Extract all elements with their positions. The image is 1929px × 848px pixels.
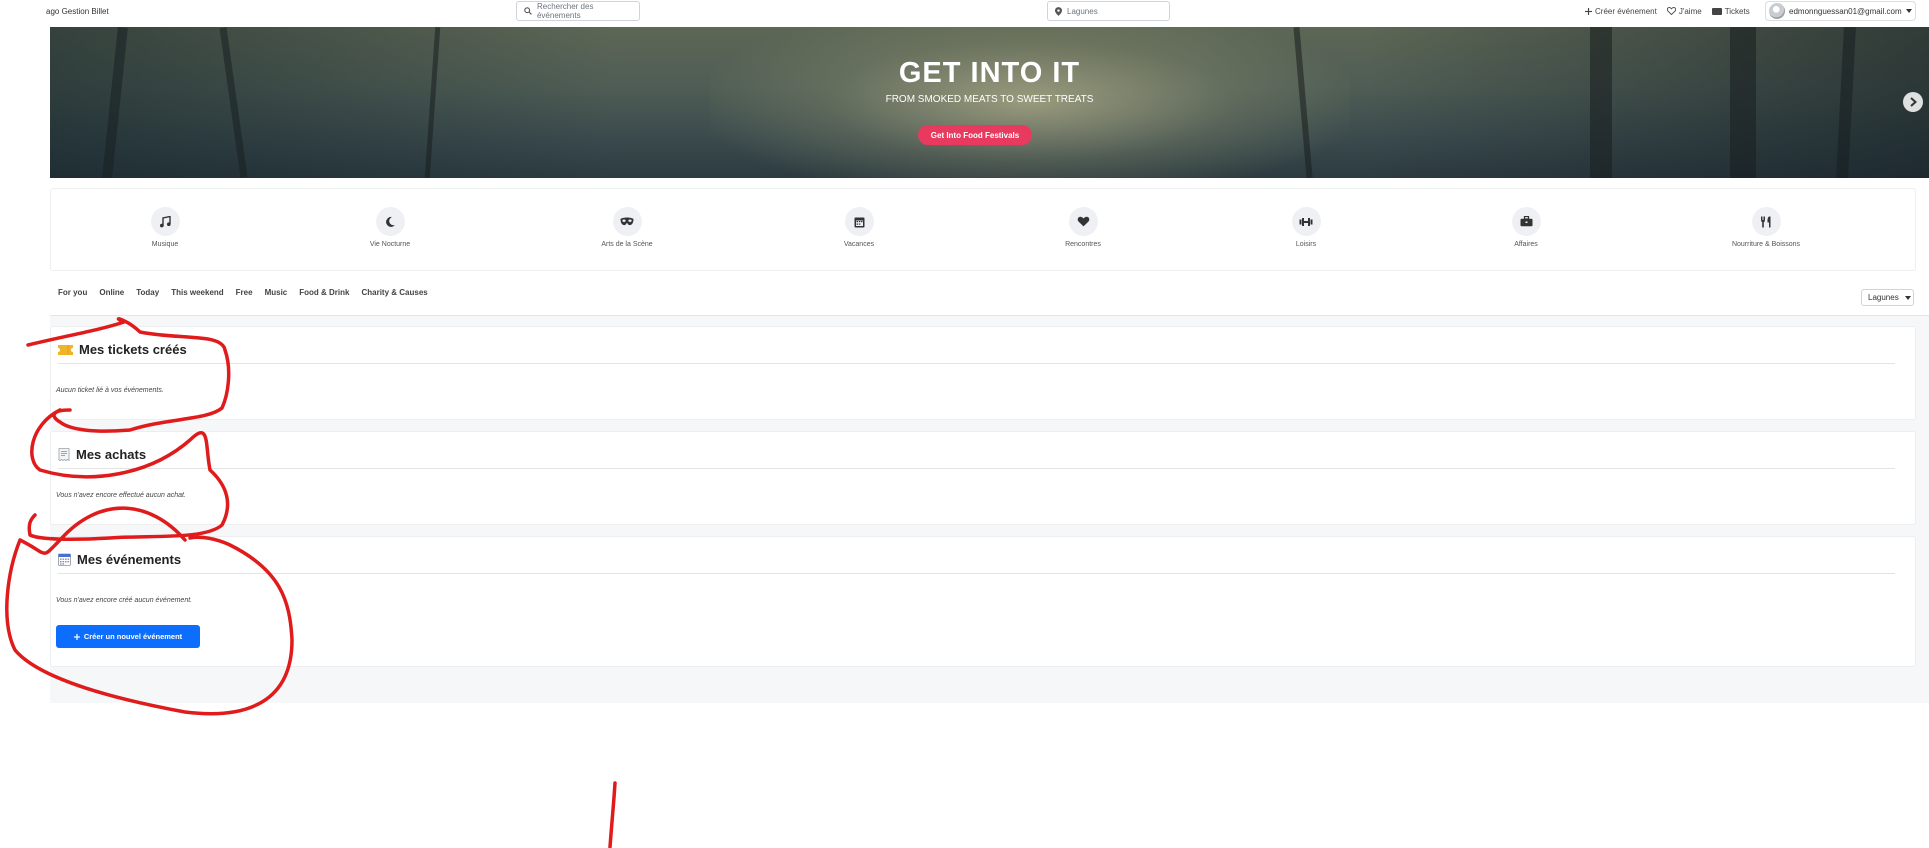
section-header: Mes tickets créés: [58, 342, 187, 357]
section-header: Mes événements: [58, 552, 181, 567]
tab-music[interactable]: Music: [265, 288, 288, 297]
tab-for-you[interactable]: For you: [58, 288, 87, 297]
empty-message: Vous n'avez encore effectué aucun achat.: [56, 492, 186, 499]
category-holidays[interactable]: Vacances: [789, 207, 929, 248]
tab-charity-causes[interactable]: Charity & Causes: [361, 288, 427, 297]
chevron-down-icon: [1904, 295, 1911, 300]
my-events-section: Mes événements Vous n'avez encore créé a…: [50, 536, 1916, 667]
map-pin-icon: [1055, 6, 1062, 16]
likes-label: J'aime: [1678, 6, 1702, 16]
category-label: Nourriture & Boissons: [1731, 241, 1801, 248]
mask-icon: [620, 217, 634, 226]
location-value: Lagunes: [1067, 6, 1098, 16]
section-title: Mes événements: [77, 552, 182, 567]
tab-food-drink[interactable]: Food & Drink: [299, 288, 349, 297]
calendar-emoji-icon: [58, 553, 71, 566]
heart-icon: [1666, 7, 1676, 15]
briefcase-icon: [1520, 216, 1532, 227]
header-links: Créer événement J'aime Tickets: [1585, 0, 1750, 22]
category-label: Vie Nocturne: [369, 241, 411, 248]
region-select[interactable]: Lagunes: [1861, 289, 1914, 306]
category-strip: Musique Vie Nocturne Arts de la Scène Va…: [50, 188, 1916, 271]
brand-name[interactable]: ago Gestion Billet: [46, 7, 109, 16]
divider: [58, 468, 1895, 469]
chevron-right-icon: [1909, 97, 1917, 107]
filter-tabs: For you Online Today This weekend Free M…: [58, 288, 428, 297]
hero-subtitle: FROM SMOKED MEATS TO SWEET TREATS: [885, 94, 1094, 105]
category-label: Arts de la Scène: [601, 241, 653, 248]
category-label: Vacances: [843, 241, 875, 248]
carousel-next-button[interactable]: [1903, 92, 1923, 112]
divider: [58, 573, 1895, 574]
category-label: Loisirs: [1295, 241, 1317, 248]
search-input[interactable]: Rechercher des événements: [516, 1, 640, 21]
category-icon-circle: [1751, 207, 1781, 236]
search-icon: [524, 7, 532, 15]
hero-banner: GET INTO IT FROM SMOKED MEATS TO SWEET T…: [50, 27, 1929, 178]
utensils-icon: [1761, 216, 1771, 227]
category-nightlife[interactable]: Vie Nocturne: [320, 207, 460, 248]
likes-link[interactable]: J'aime: [1666, 6, 1702, 16]
hero-cta-button[interactable]: Get Into Food Festivals: [918, 125, 1032, 145]
tab-this-weekend[interactable]: This weekend: [171, 288, 223, 297]
ticket-emoji-icon: [58, 344, 73, 355]
create-event-button-label: Créer un nouvel événement: [83, 632, 183, 641]
category-music[interactable]: Musique: [95, 207, 235, 248]
category-label: Affaires: [1514, 241, 1538, 248]
heart-icon: [1077, 216, 1089, 227]
calendar-icon: [854, 217, 864, 227]
filter-bar: For you Online Today This weekend Free M…: [50, 281, 1929, 316]
plus-icon: [1585, 7, 1592, 15]
chevron-down-icon: [1905, 9, 1912, 13]
category-icon-circle: [844, 207, 874, 236]
user-menu[interactable]: edmonnguessan01@gmail.com: [1765, 1, 1916, 21]
category-label: Musique: [151, 241, 179, 248]
category-food-drink[interactable]: Nourriture & Boissons: [1696, 207, 1836, 248]
category-icon-circle: [375, 207, 405, 236]
hero-title: GET INTO IT: [898, 57, 1081, 89]
tickets-link[interactable]: Tickets: [1711, 6, 1750, 16]
create-event-link[interactable]: Créer événement: [1585, 7, 1657, 16]
music-note-icon: [160, 215, 171, 227]
top-navbar: ago Gestion Billet Rechercher des événem…: [0, 0, 1929, 27]
annotation-stroke: [608, 781, 617, 848]
user-email: edmonnguessan01@gmail.com: [1789, 6, 1902, 16]
create-event-button[interactable]: Créer un nouvel événement: [56, 625, 200, 648]
avatar: [1769, 3, 1785, 19]
section-title: Mes tickets créés: [79, 342, 187, 357]
section-title: Mes achats: [76, 447, 147, 462]
category-hobbies[interactable]: Loisirs: [1236, 207, 1376, 248]
dumbbell-icon: [1299, 217, 1313, 226]
empty-message: Vous n'avez encore créé aucun événement.: [56, 597, 193, 604]
my-purchases-section: Mes achats Vous n'avez encore effectué a…: [50, 431, 1916, 525]
empty-message: Aucun ticket lié à vos événements.: [56, 387, 164, 394]
divider: [58, 363, 1895, 364]
region-select-value: Lagunes: [1868, 293, 1899, 302]
my-tickets-section: Mes tickets créés Aucun ticket lié à vos…: [50, 326, 1916, 420]
tickets-label: Tickets: [1724, 6, 1750, 16]
category-icon-circle: [150, 207, 180, 236]
category-icon-circle: [1291, 207, 1321, 236]
ticket-icon: [1711, 7, 1722, 15]
category-performing-arts[interactable]: Arts de la Scène: [557, 207, 697, 248]
search-placeholder: Rechercher des événements: [536, 2, 594, 20]
tab-free[interactable]: Free: [236, 288, 253, 297]
category-icon-circle: [612, 207, 642, 236]
category-label: Rencontres: [1065, 241, 1101, 248]
category-icon-circle: [1511, 207, 1541, 236]
category-icon-circle: [1068, 207, 1098, 236]
create-event-label: Créer événement: [1595, 6, 1657, 16]
category-business[interactable]: Affaires: [1456, 207, 1596, 248]
plus-icon: [73, 633, 80, 640]
receipt-emoji-icon: [58, 448, 70, 461]
tab-online[interactable]: Online: [99, 288, 124, 297]
location-input[interactable]: Lagunes: [1047, 1, 1170, 21]
category-dating[interactable]: Rencontres: [1013, 207, 1153, 248]
tab-today[interactable]: Today: [136, 288, 159, 297]
moon-icon: [386, 216, 395, 227]
section-header: Mes achats: [58, 447, 146, 462]
